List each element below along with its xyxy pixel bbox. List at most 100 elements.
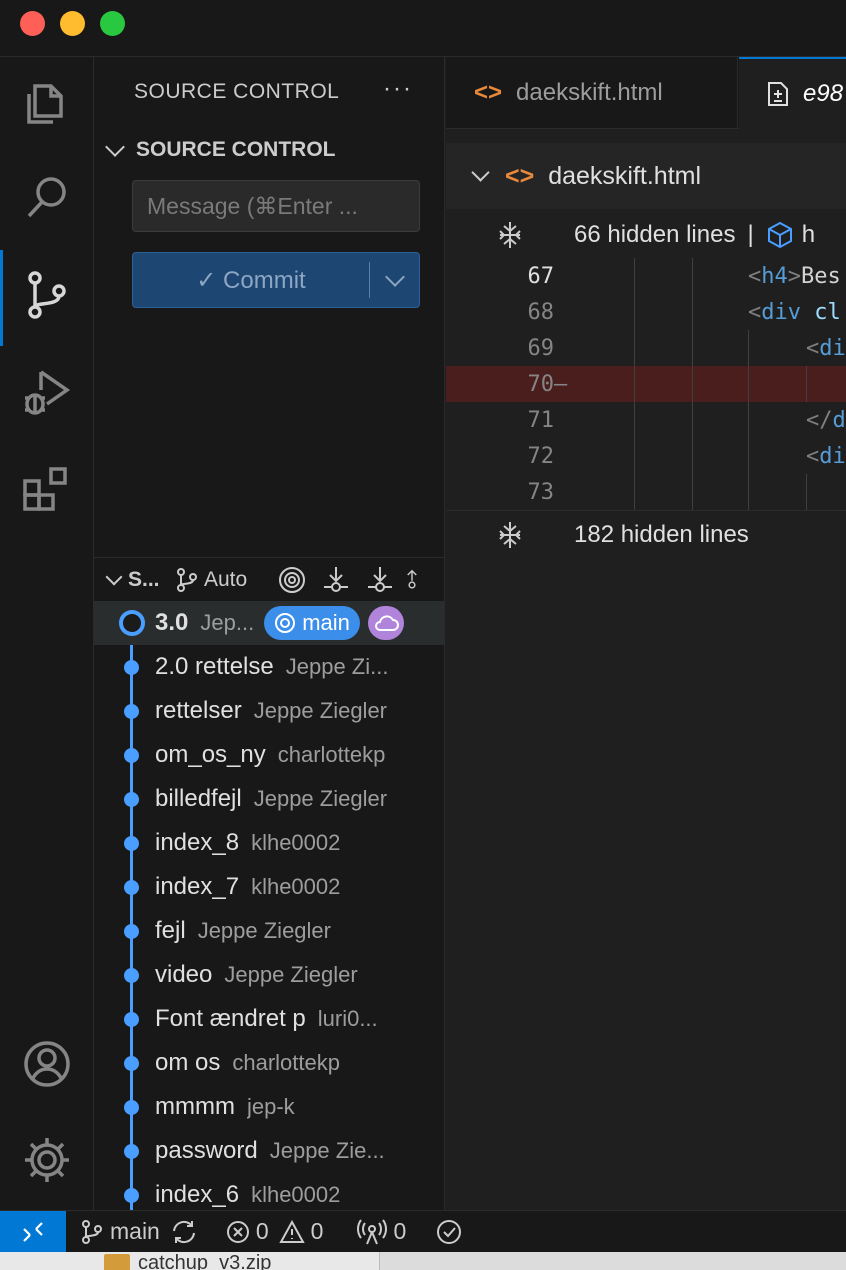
html-file-icon: <>: [505, 161, 535, 190]
commit-node: [124, 924, 139, 939]
code-line[interactable]: 68 <div cl: [446, 294, 846, 330]
line-number: 69: [527, 335, 555, 361]
code-token: cl: [814, 299, 841, 325]
tab-label: e98: [803, 80, 844, 107]
commit-row[interactable]: rettelser Jeppe Ziegler: [94, 689, 444, 733]
commit-node: [124, 1144, 139, 1159]
push-icon[interactable]: [402, 565, 422, 595]
commit-row[interactable]: 2.0 rettelse Jeppe Zi...: [94, 645, 444, 689]
code-content: </d: [576, 402, 846, 438]
commit-row[interactable]: 3.0 Jep... main: [94, 601, 444, 645]
accounts-icon[interactable]: [0, 1019, 94, 1109]
warning-icon: [278, 1219, 305, 1243]
tab-daekskift-html[interactable]: <> daekskift.html: [446, 57, 738, 129]
commit-message: video: [155, 961, 213, 988]
commit-node: [124, 836, 139, 851]
commit-author: charlottekp: [232, 1050, 340, 1075]
hidden-lines-label: 182 hidden lines: [574, 520, 749, 548]
auto-label: Auto: [204, 567, 248, 591]
branch-pill[interactable]: main: [264, 606, 360, 640]
search-icon[interactable]: [0, 153, 94, 243]
commit-row[interactable]: fejl Jeppe Ziegler: [94, 909, 444, 953]
commit-node: [124, 1100, 139, 1115]
cloud-icon: [374, 615, 399, 631]
commit-message: 2.0 rettelse: [155, 653, 274, 680]
activity-bar: 1: [0, 57, 94, 1250]
commit-author: klhe0002: [251, 1182, 341, 1207]
commit-button[interactable]: ✓ Commit: [133, 253, 369, 307]
deleted-code-line[interactable]: 70—: [446, 366, 846, 402]
hidden-lines-top[interactable]: 66 hidden lines | h: [446, 211, 846, 259]
code-line[interactable]: 71 </d: [446, 402, 846, 438]
diff-file-icon: [768, 82, 788, 106]
hidden-lines-bottom[interactable]: 182 hidden lines: [446, 510, 846, 558]
manage-gear-icon[interactable]: 1: [0, 1115, 94, 1250]
close-window-button[interactable]: [20, 11, 45, 36]
commit-row[interactable]: om_os_ny charlottekp: [94, 733, 444, 777]
commit-row[interactable]: index_6 klhe0002: [94, 1173, 444, 1210]
commit-row[interactable]: om os charlottekp: [94, 1041, 444, 1085]
commit-author: Jeppe Zie...: [269, 1138, 385, 1163]
fetch-icon[interactable]: [314, 565, 358, 595]
commit-row[interactable]: index_7 klhe0002: [94, 865, 444, 909]
commit-node: [124, 1012, 139, 1027]
commit-row[interactable]: video Jeppe Ziegler: [94, 953, 444, 997]
code-line[interactable]: 73: [446, 474, 846, 510]
code-line[interactable]: 67 <h4>Bes: [446, 258, 846, 294]
run-debug-icon[interactable]: [0, 347, 94, 437]
commit-author: luri0...: [317, 1006, 378, 1031]
commit-row[interactable]: index_8 klhe0002: [94, 821, 444, 865]
ports-status-item[interactable]: 0: [357, 1218, 406, 1245]
remote-indicator-button[interactable]: [0, 1211, 66, 1252]
problems-status-item[interactable]: 0 0: [226, 1218, 323, 1245]
go-to-current-icon[interactable]: [270, 566, 314, 594]
target-icon: [275, 613, 296, 633]
commit-message: index_8: [155, 829, 240, 856]
remote-cloud-pill[interactable]: [367, 606, 404, 640]
source-control-section-header[interactable]: SOURCE CONTROL: [104, 135, 336, 165]
commit-message: Font ændret p: [155, 1005, 306, 1032]
code-line[interactable]: 72 <di: [446, 438, 846, 474]
head-commit-node: [119, 610, 145, 636]
code-line[interactable]: 69 <di: [446, 330, 846, 366]
commit-row[interactable]: billedfejl Jeppe Ziegler: [94, 777, 444, 821]
diff-marker: —: [554, 371, 568, 397]
hidden-lines-separator: |: [747, 221, 754, 248]
code-content: <h4>Bes: [576, 258, 846, 294]
source-control-icon[interactable]: [0, 250, 94, 346]
branch-status-item[interactable]: main: [80, 1218, 160, 1245]
chevron-down-icon: [105, 137, 125, 157]
branch-icon: [177, 567, 197, 592]
commit-message-input[interactable]: Message (⌘Enter ...: [132, 180, 420, 232]
commit-author: Jeppe Zi...: [285, 654, 389, 679]
commit-message: fejl: [155, 917, 186, 944]
graph-section-header[interactable]: S... Auto: [94, 557, 444, 601]
explorer-icon[interactable]: [0, 59, 94, 149]
commit-dropdown-button[interactable]: [370, 253, 419, 307]
more-actions-button[interactable]: ···: [383, 75, 413, 103]
zoom-window-button[interactable]: [100, 11, 125, 36]
commit-button-group: ✓ Commit: [132, 252, 420, 308]
tab-diff-view[interactable]: e98: [739, 57, 846, 129]
minimize-window-button[interactable]: [60, 11, 85, 36]
commit-author: Jeppe Ziegler: [224, 962, 358, 987]
section-title: SOURCE CONTROL: [136, 138, 336, 161]
multi-diff-file-header[interactable]: <> daekskift.html: [446, 143, 846, 209]
code-token: Bes: [801, 263, 841, 289]
sync-button[interactable]: [170, 1219, 198, 1245]
commit-node: [124, 660, 139, 675]
extensions-icon[interactable]: [0, 444, 94, 534]
commit-row[interactable]: Font ændret p luri0...: [94, 997, 444, 1041]
code-content: <div cl: [576, 294, 846, 330]
commit-row[interactable]: password Jeppe Zie...: [94, 1129, 444, 1173]
pull-icon[interactable]: [358, 565, 402, 595]
auto-branch-picker[interactable]: Auto: [174, 567, 270, 593]
commit-message: om os: [155, 1049, 221, 1076]
title-bar: [0, 0, 846, 57]
commit-node: [124, 704, 139, 719]
line-number: 70: [527, 371, 555, 397]
commit-row[interactable]: mmmm jep-k: [94, 1085, 444, 1129]
editor-area: <> daekskift.html 66 hidden lines | h 67…: [446, 129, 846, 1210]
check-status-item[interactable]: [436, 1219, 462, 1245]
status-bar: main 0 0 0: [0, 1210, 846, 1252]
